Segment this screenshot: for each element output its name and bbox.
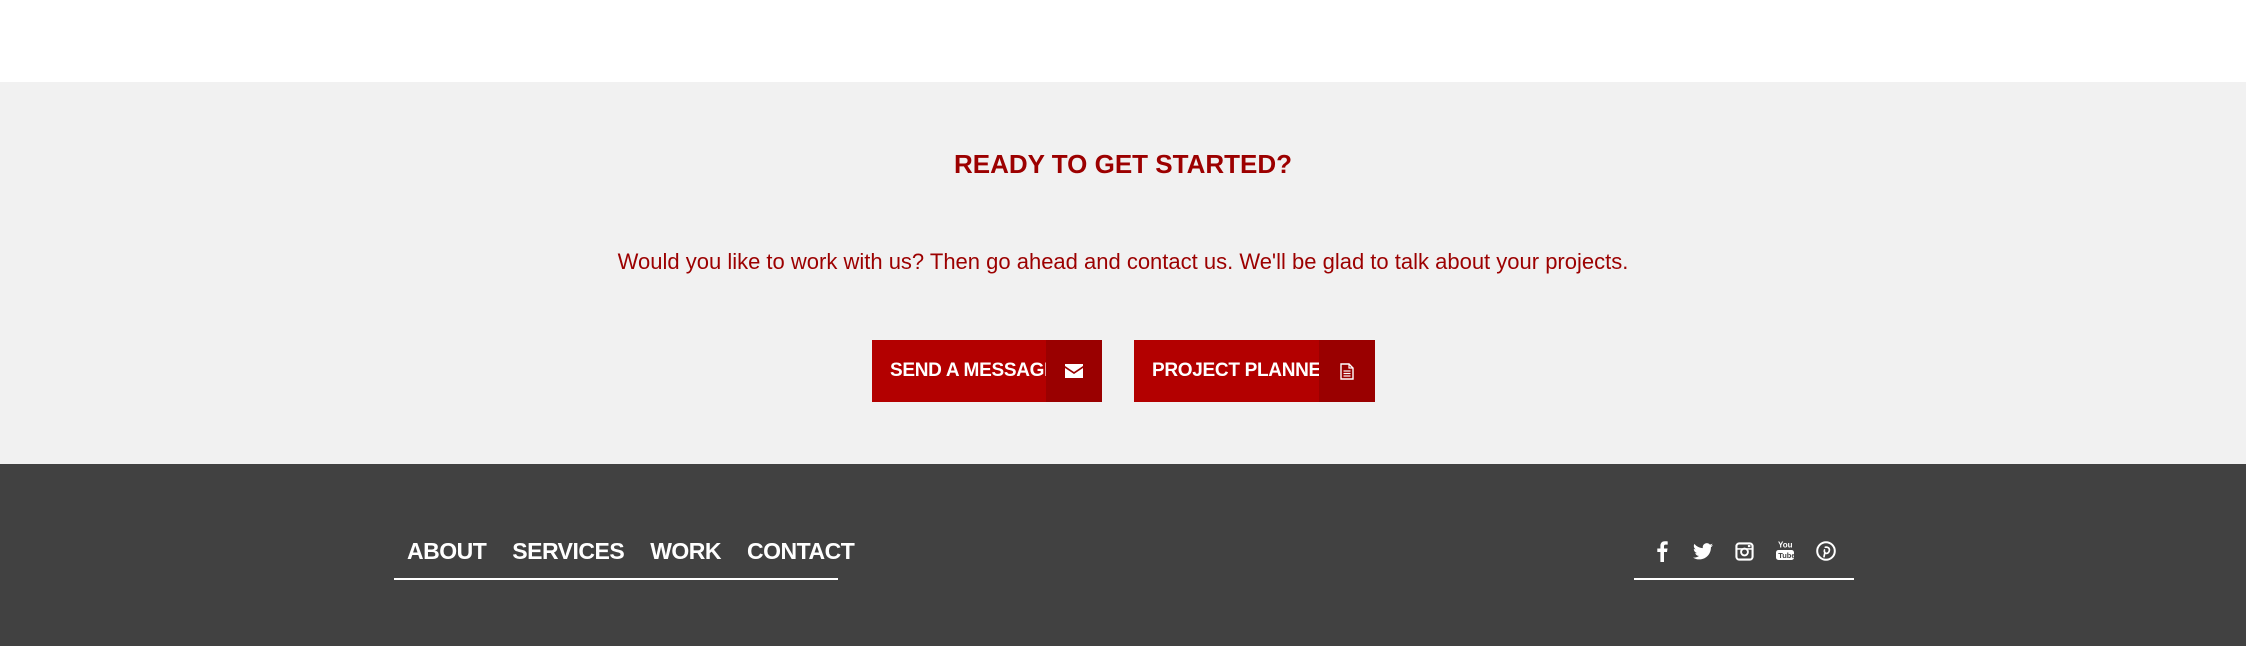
svg-text:Tube: Tube: [1778, 551, 1795, 560]
footer-nav-about[interactable]: ABOUT: [407, 536, 487, 566]
cta-text: Would you like to work with us? Then go …: [617, 249, 1629, 274]
instagram-icon[interactable]: [1731, 536, 1757, 566]
svg-text:You: You: [1778, 541, 1793, 550]
cta-section: READY TO GET STARTED? Would you like to …: [0, 82, 2246, 464]
envelope-icon: [1046, 340, 1102, 402]
footer-nav-services[interactable]: SERVICES: [512, 536, 624, 566]
facebook-icon[interactable]: [1649, 536, 1675, 566]
youtube-icon[interactable]: You Tube: [1772, 536, 1798, 566]
footer-nav-work[interactable]: WORK: [650, 536, 721, 566]
site-footer: ABOUT SERVICES WORK CONTACT You Tube: [0, 464, 2246, 646]
send-message-button[interactable]: SEND A MESSAGE: [872, 340, 1102, 402]
footer-nav: ABOUT SERVICES WORK CONTACT: [394, 536, 855, 580]
footer-nav-contact[interactable]: CONTACT: [747, 536, 855, 566]
send-message-label: SEND A MESSAGE: [890, 360, 1057, 381]
twitter-icon[interactable]: [1690, 536, 1716, 566]
social-links: You Tube: [1634, 536, 1854, 580]
project-planner-button[interactable]: PROJECT PLANNER: [1134, 340, 1375, 402]
top-spacer: [0, 0, 2246, 82]
project-planner-label: PROJECT PLANNER: [1152, 360, 1335, 381]
pinterest-icon[interactable]: [1813, 536, 1839, 566]
cta-title: READY TO GET STARTED?: [953, 149, 1293, 179]
document-icon: [1319, 340, 1375, 402]
